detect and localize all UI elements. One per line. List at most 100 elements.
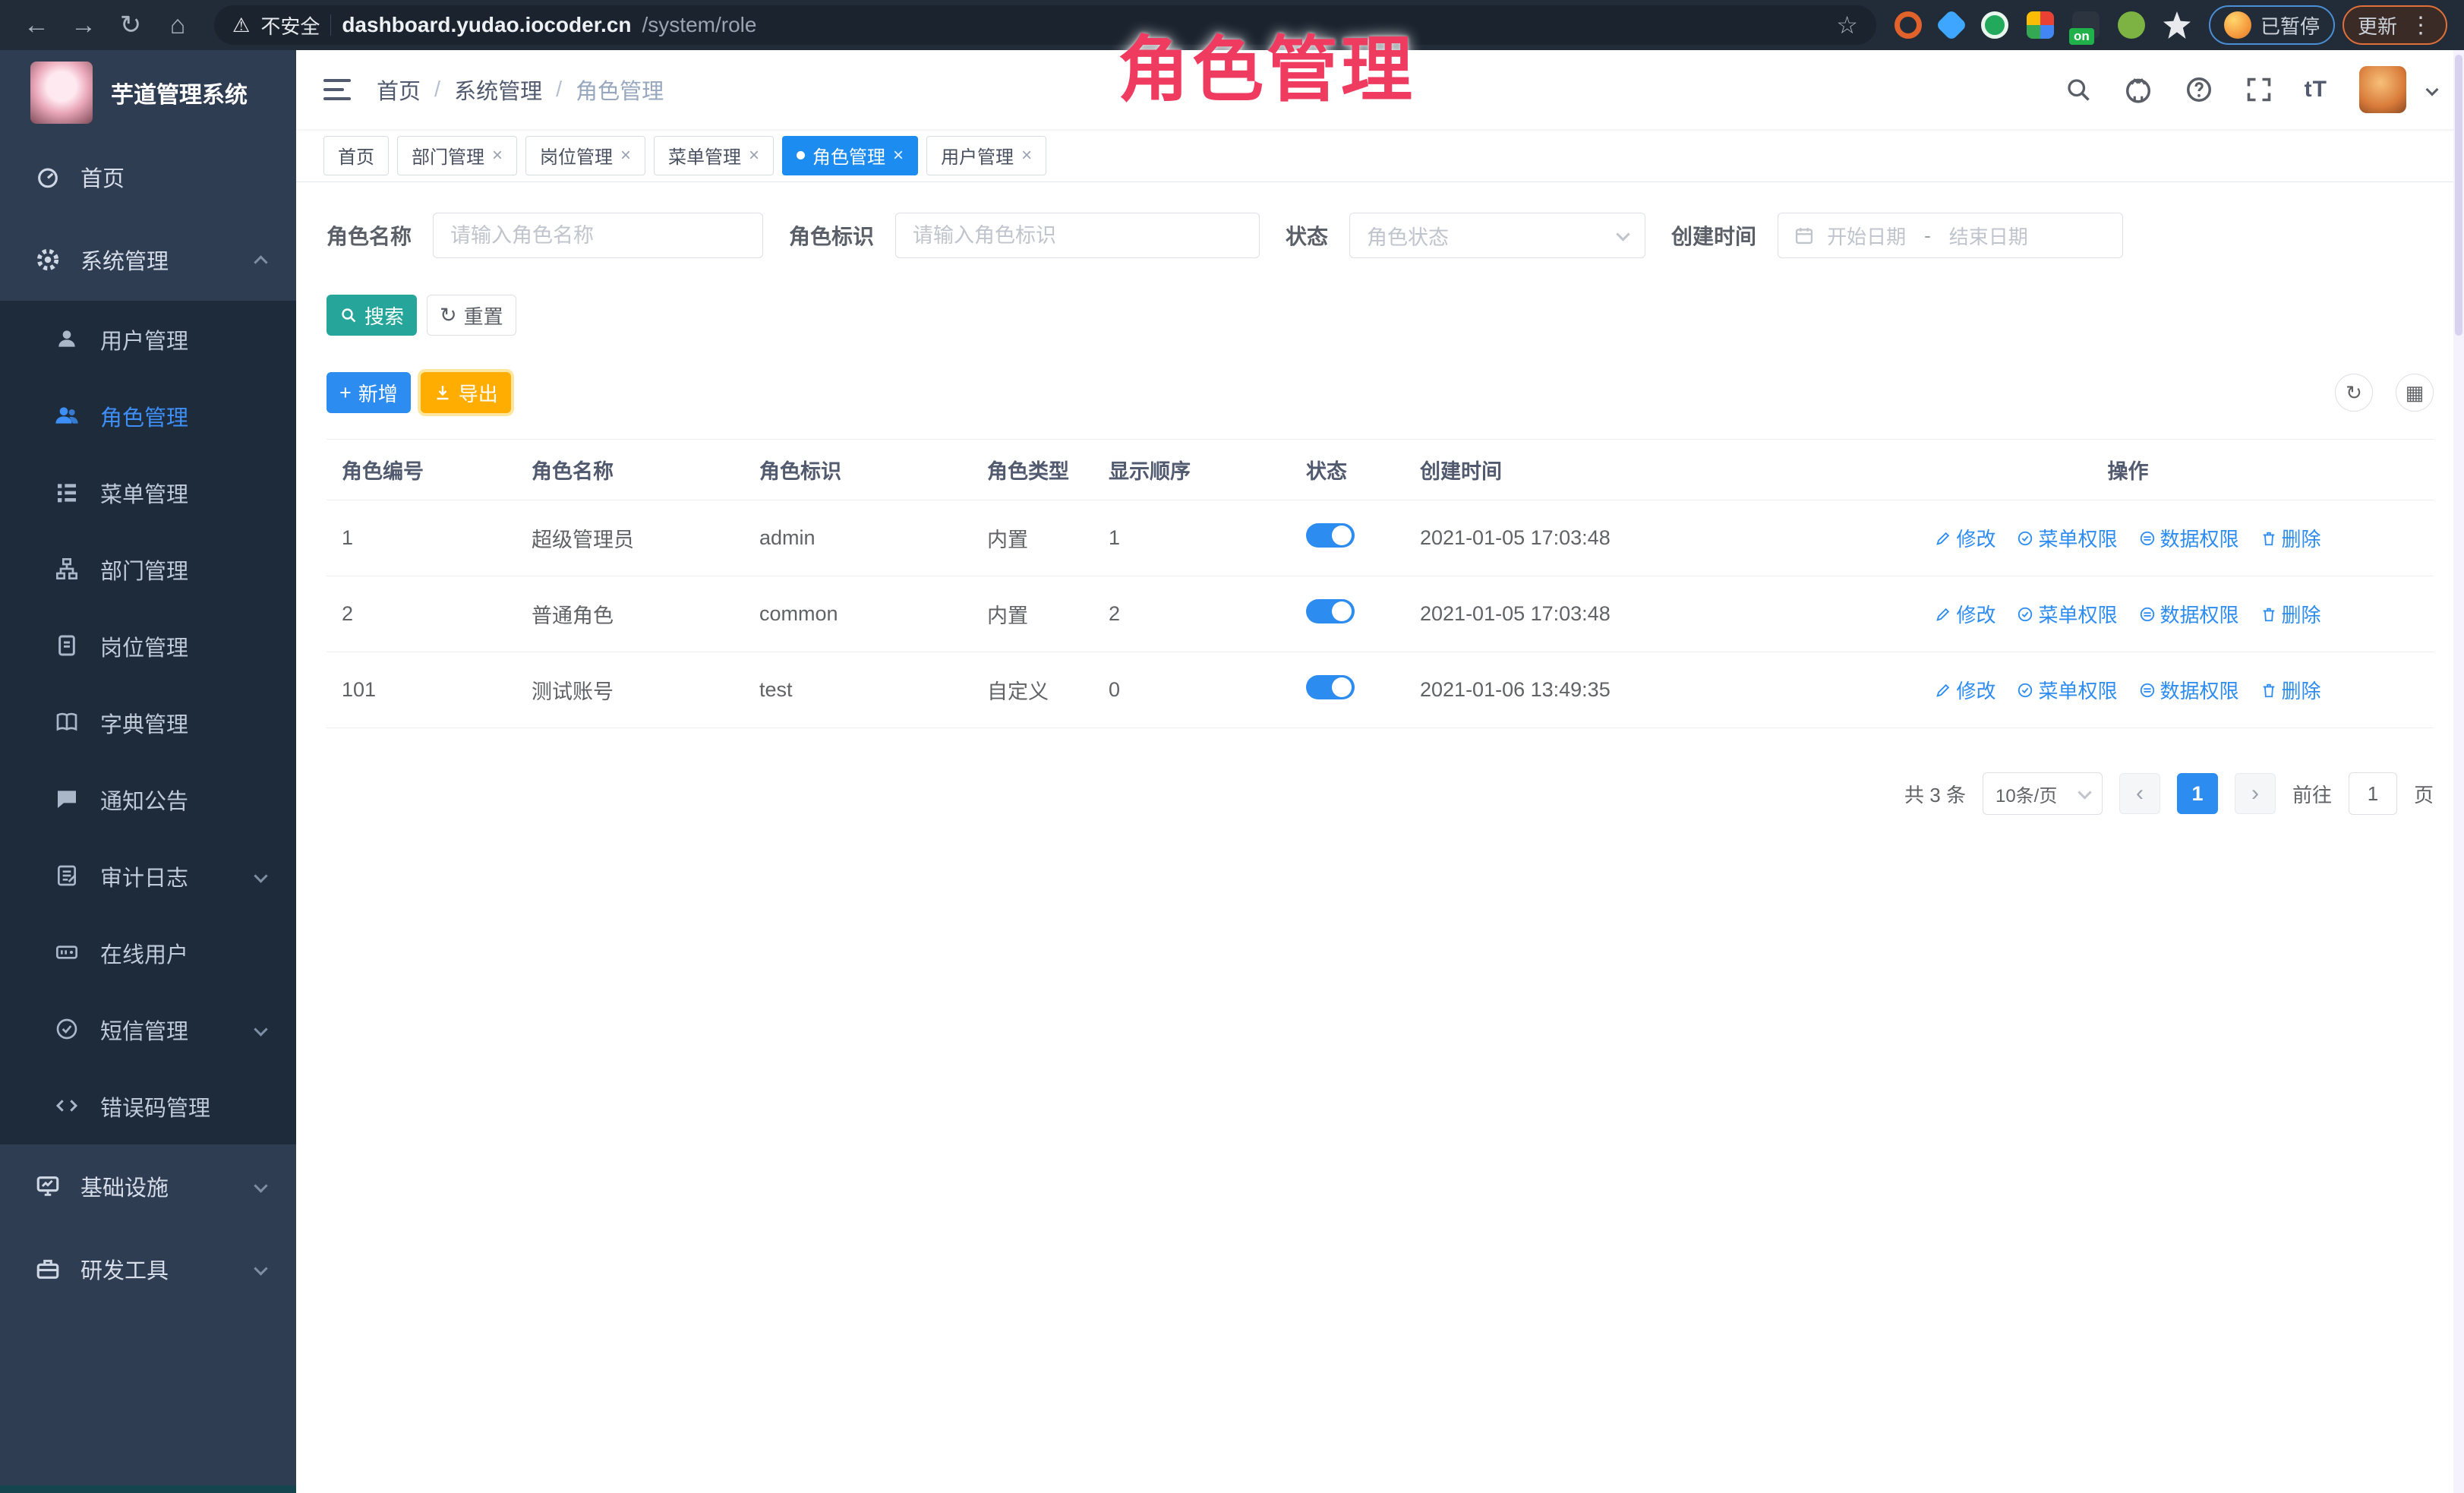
github-icon[interactable] — [2124, 75, 2153, 104]
search-button[interactable]: 搜索 — [327, 295, 417, 336]
sidebar-item-menus[interactable]: 菜单管理 — [0, 454, 296, 531]
data-permission-link[interactable]: 数据权限 — [2139, 676, 2239, 704]
search-form: 角色名称 角色标识 状态 角色状态 创建时间 开始日期 - 结束日期 — [327, 213, 2434, 258]
delete-link[interactable]: 删除 — [2261, 524, 2321, 552]
update-label: 更新 — [2358, 11, 2397, 39]
back-icon[interactable]: ← — [17, 5, 56, 45]
sidebar-item-infrastructure[interactable]: 基础设施 — [0, 1144, 296, 1227]
data-permission-link[interactable]: 数据权限 — [2139, 600, 2239, 628]
extension-sprout-icon[interactable] — [2118, 11, 2145, 39]
breadcrumb-system[interactable]: 系统管理 — [454, 74, 542, 106]
sidebar-collapse-icon[interactable] — [323, 79, 351, 100]
sidebar-item-home[interactable]: 首页 — [0, 135, 296, 218]
col-status: 状态 — [1291, 440, 1405, 500]
date-range-picker[interactable]: 开始日期 - 结束日期 — [1778, 213, 2123, 258]
menu-permission-link[interactable]: 菜单权限 — [2017, 600, 2117, 628]
sidebar-item-error-codes[interactable]: 错误码管理 — [0, 1068, 296, 1144]
edit-link[interactable]: 修改 — [1935, 524, 1995, 552]
reset-button[interactable]: ↻ 重置 — [427, 295, 516, 336]
export-button[interactable]: 导出 — [421, 372, 511, 413]
sidebar-item-posts[interactable]: 岗位管理 — [0, 608, 296, 684]
table-toolbar: ↻ ▦ — [2335, 374, 2434, 412]
forward-icon[interactable]: → — [64, 5, 103, 45]
column-settings-button[interactable]: ▦ — [2396, 374, 2434, 412]
app-logo-row[interactable]: 芋道管理系统 — [0, 50, 296, 135]
extension-color-grid-icon[interactable] — [2027, 11, 2054, 39]
start-date-placeholder[interactable]: 开始日期 — [1827, 222, 1906, 250]
sidebar-item-sms[interactable]: 短信管理 — [0, 991, 296, 1068]
page-scrollbar[interactable] — [2453, 50, 2464, 1493]
sidebar-item-notices[interactable]: 通知公告 — [0, 761, 296, 838]
sidebar-item-online-users[interactable]: 在线用户 — [0, 914, 296, 991]
download-icon — [434, 384, 452, 402]
chevron-down-icon — [254, 1022, 267, 1036]
prev-page-button[interactable]: ‹ — [2119, 773, 2160, 814]
sidebar-item-departments[interactable]: 部门管理 — [0, 531, 296, 608]
close-icon[interactable]: × — [1021, 145, 1032, 166]
avatar-caret-down-icon[interactable] — [2426, 84, 2439, 96]
end-date-placeholder[interactable]: 结束日期 — [1949, 222, 2028, 250]
scrollbar-thumb[interactable] — [2455, 55, 2462, 336]
status-toggle-on[interactable] — [1306, 523, 1355, 548]
bookmark-star-icon[interactable]: ☆ — [1836, 11, 1858, 39]
tab-posts[interactable]: 岗位管理 × — [525, 136, 645, 175]
home-icon[interactable]: ⌂ — [158, 5, 197, 45]
extension-green-shield-icon[interactable] — [1981, 11, 2008, 39]
user-avatar[interactable] — [2359, 66, 2406, 113]
close-icon[interactable]: × — [893, 145, 904, 166]
sidebar-item-dictionary[interactable]: 字典管理 — [0, 684, 296, 761]
close-icon[interactable]: × — [492, 145, 503, 166]
search-icon[interactable] — [2065, 76, 2092, 103]
close-icon[interactable]: × — [749, 145, 759, 166]
tab-departments[interactable]: 部门管理 × — [397, 136, 517, 175]
status-select[interactable]: 角色状态 — [1349, 213, 1645, 258]
reload-icon[interactable]: ↻ — [111, 5, 150, 45]
address-bar[interactable]: ⚠ 不安全 dashboard.yudao.iocoder.cn /system… — [214, 5, 1876, 45]
next-page-button[interactable]: › — [2235, 773, 2276, 814]
sidebar-item-users[interactable]: 用户管理 — [0, 301, 296, 377]
tab-users[interactable]: 用户管理 × — [926, 136, 1046, 175]
search-icon — [339, 306, 358, 324]
close-icon[interactable]: × — [620, 145, 631, 166]
extension-blue-gem-icon[interactable] — [1936, 9, 1967, 41]
delete-link[interactable]: 删除 — [2261, 600, 2321, 628]
extension-orange-ring-icon[interactable] — [1895, 11, 1922, 39]
page-size-select[interactable]: 10条/页 — [1983, 772, 2103, 815]
tab-menus[interactable]: 菜单管理 × — [654, 136, 774, 175]
sidebar-item-roles[interactable]: 角色管理 — [0, 377, 296, 454]
total-count: 共 3 条 — [1904, 780, 1966, 808]
delete-link[interactable]: 删除 — [2261, 676, 2321, 704]
font-size-icon[interactable]: tT — [2305, 77, 2327, 103]
sidebar-item-dev-tools[interactable]: 研发工具 — [0, 1227, 296, 1310]
add-button[interactable]: + 新增 — [327, 372, 411, 413]
refresh-table-button[interactable]: ↻ — [2335, 374, 2373, 412]
goto-page-input[interactable] — [2349, 772, 2397, 815]
status-toggle-on[interactable] — [1306, 675, 1355, 699]
extension-onetab-icon[interactable]: on — [2072, 11, 2100, 39]
security-warning-icon[interactable]: ⚠ — [232, 14, 250, 37]
cell-role-type: 自定义 — [972, 652, 1093, 728]
page-1-button[interactable]: 1 — [2177, 773, 2218, 814]
sidebar-item-audit-log[interactable]: 审计日志 — [0, 838, 296, 914]
breadcrumb-current: 角色管理 — [576, 74, 664, 106]
cell-role-name: 超级管理员 — [516, 500, 744, 576]
help-icon[interactable] — [2185, 75, 2213, 104]
fullscreen-icon[interactable] — [2245, 76, 2273, 103]
profile-paused-pill[interactable]: 已暂停 — [2209, 5, 2335, 45]
menu-permission-link[interactable]: 菜单权限 — [2017, 524, 2117, 552]
status-toggle-on[interactable] — [1306, 599, 1355, 623]
extension-pin-icon[interactable] — [2163, 11, 2191, 39]
data-permission-link[interactable]: 数据权限 — [2139, 524, 2239, 552]
breadcrumb-home[interactable]: 首页 — [377, 74, 421, 106]
tab-home[interactable]: 首页 — [323, 136, 389, 175]
tab-roles-active[interactable]: 角色管理 × — [782, 136, 918, 175]
menu-permission-link[interactable]: 菜单权限 — [2017, 676, 2117, 704]
browser-update-button[interactable]: 更新 ⋮ — [2343, 5, 2447, 45]
browser-menu-kebab-icon[interactable]: ⋮ — [2409, 12, 2432, 39]
create-time-label: 创建时间 — [1671, 220, 1756, 251]
sidebar-item-system[interactable]: 系统管理 — [0, 218, 296, 301]
edit-link[interactable]: 修改 — [1935, 676, 1995, 704]
role-key-input[interactable] — [895, 213, 1260, 258]
edit-link[interactable]: 修改 — [1935, 600, 1995, 628]
role-name-input[interactable] — [433, 213, 763, 258]
